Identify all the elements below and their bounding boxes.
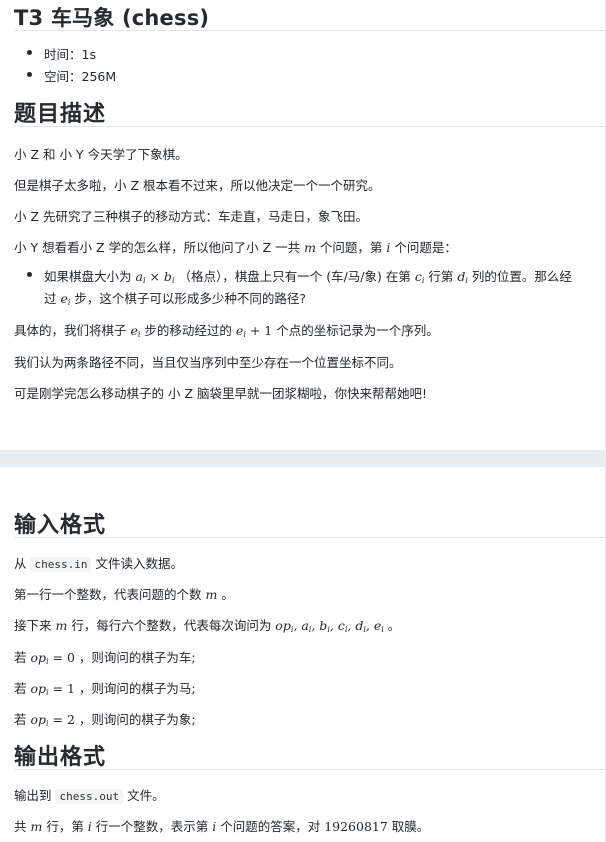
problem-description-panel: T3 车马象 (chess) 时间：1s 空间：256M 题目描述 小 Z 和 … — [0, 0, 606, 450]
io-format-panel: 输入格式 从 chess.in 文件读入数据。 第一行一个整数，代表问题的个数 … — [0, 467, 606, 842]
description-paragraph: 小 Z 先研究了三种棋子的移动方式：车走直，马走日，象飞田。 — [14, 209, 369, 224]
problem-title: T3 车马象 (chess) — [14, 6, 210, 30]
input-case: 若 opi = 1 ，则询问的棋子为马; — [14, 681, 196, 697]
description-paragraph: 可是刚学完怎么移动棋子的 小 Z 脑袋里早就一团浆糊啦，你快来帮帮她吧! — [14, 386, 427, 401]
output-paragraph: 输出到 chess.out 文件。 — [14, 788, 165, 804]
output-paragraph: 共 m 行，第 i 行一个整数，表示第 i 个问题的答案，对 19260817 … — [14, 819, 430, 834]
input-paragraph: 从 chess.in 文件读入数据。 — [14, 556, 183, 572]
heading-divider — [14, 126, 606, 127]
heading-divider — [14, 769, 606, 770]
input-paragraph: 第一行一个整数，代表问题的个数 m 。 — [14, 587, 234, 602]
title-divider — [14, 30, 606, 31]
bullet-icon — [27, 50, 32, 55]
output-format-heading: 输出格式 — [14, 745, 107, 770]
input-case: 若 opi = 2 ，则询问的棋子为象; — [14, 712, 196, 728]
question-item: 如果棋盘大小为 ai × bi （格点），棋盘上只有一个 (车/马/象) 在第 … — [44, 269, 572, 285]
input-case: 若 opi = 0 ，则询问的棋子为车; — [14, 650, 196, 666]
bullet-icon — [27, 72, 32, 77]
description-paragraph: 具体的，我们将棋子 ei 步的移动经过的 ei + 1 个点的坐标记录为一个序列… — [14, 323, 439, 339]
output-filename: chess.out — [55, 789, 124, 804]
description-paragraph: 小 Z 和 小 Y 今天学了下象棋。 — [14, 147, 188, 162]
description-paragraph: 小 Y 想看看小 Z 学的怎么样，所以他问了小 Z 一共 m 个问题，第 i 个… — [14, 240, 457, 255]
panel-separator — [0, 450, 606, 467]
input-paragraph: 接下来 m 行，每行六个整数，代表每次询问为 opi, ai, bi, ci, … — [14, 618, 401, 634]
question-item-continued: 过 ei 步，这个棋子可以形成多少种不同的路径? — [44, 291, 307, 307]
input-filename: chess.in — [30, 557, 92, 572]
space-limit: 空间：256M — [44, 69, 117, 84]
input-format-heading: 输入格式 — [14, 513, 107, 538]
time-limit: 时间：1s — [44, 47, 96, 62]
bullet-icon — [27, 272, 32, 277]
description-paragraph: 我们认为两条路径不同，当且仅当序列中至少存在一个位置坐标不同。 — [14, 355, 402, 370]
heading-divider — [14, 537, 606, 538]
description-paragraph: 但是棋子太多啦，小 Z 根本看不过来，所以他决定一个一个研究。 — [14, 178, 381, 193]
description-heading: 题目描述 — [14, 102, 107, 127]
